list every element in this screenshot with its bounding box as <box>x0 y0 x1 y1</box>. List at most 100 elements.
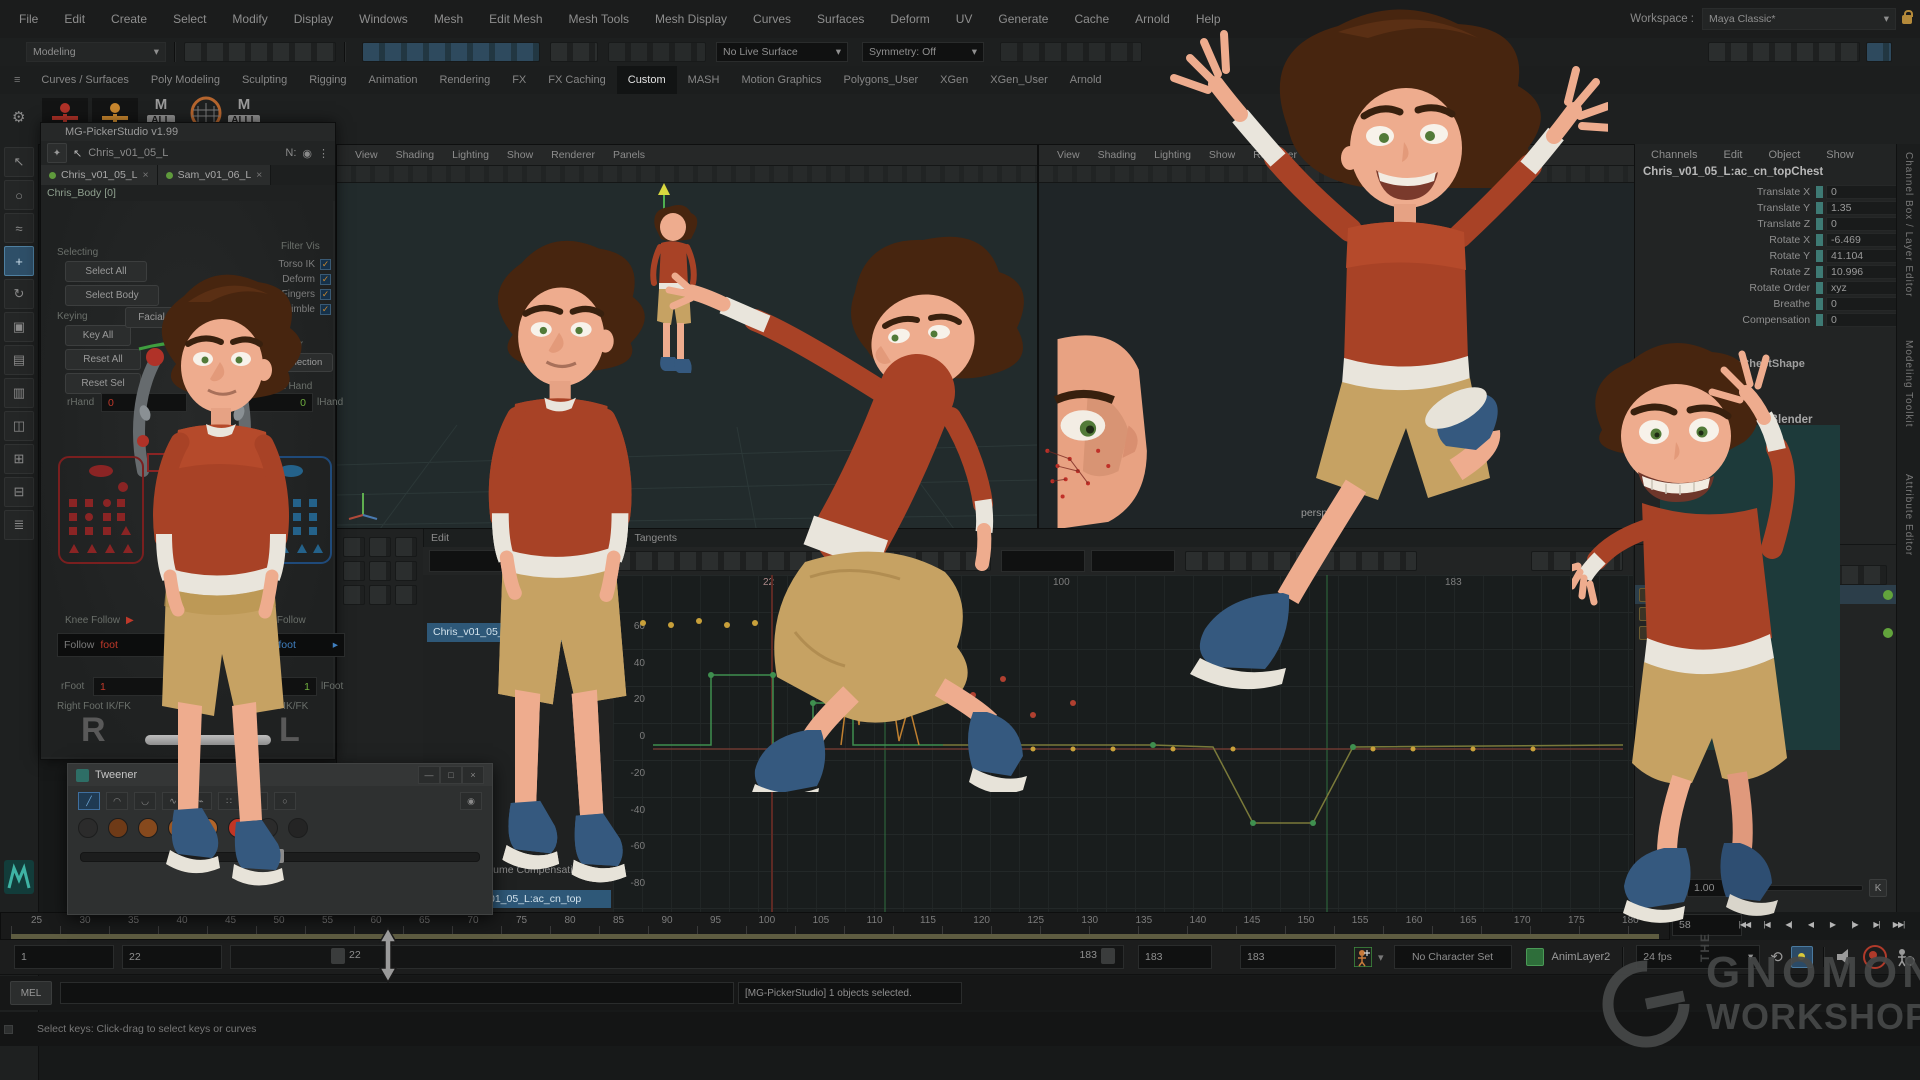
finger-grid-right[interactable] <box>57 455 145 565</box>
close-icon[interactable]: × <box>142 169 148 181</box>
close-icon[interactable]: × <box>256 169 262 181</box>
viewport-menu-item[interactable]: View <box>347 149 386 161</box>
tweener-slider[interactable] <box>80 852 480 862</box>
filter-checkbox[interactable]: ✓ <box>320 259 331 270</box>
shelf-tab[interactable]: FX Caching <box>537 66 616 94</box>
command-input[interactable] <box>60 982 734 1004</box>
tweener-preset-button[interactable] <box>78 818 98 838</box>
graph-stat-field-2[interactable] <box>1091 550 1175 572</box>
channel-attribute-row[interactable]: Translate X 0 <box>1635 184 1897 200</box>
live-surface-selector[interactable]: No Live Surface ▾ <box>716 42 848 62</box>
channel-attribute-row[interactable]: Rotate Order xyz <box>1635 280 1897 296</box>
select-all-button[interactable]: Select All <box>65 261 147 282</box>
mirror-selection-button[interactable]: Mirror Selection <box>245 353 333 372</box>
filter-checkbox[interactable]: ✓ <box>320 274 331 285</box>
channel-attribute-row[interactable]: Translate Z 0 <box>1635 216 1897 232</box>
shelf-tab[interactable]: Poly Modeling <box>140 66 231 94</box>
graph-stat-field-1[interactable] <box>1001 550 1085 572</box>
tweener-eye-button[interactable]: ◉ <box>460 792 482 810</box>
tweener-tool-button[interactable]: ○ <box>274 792 296 810</box>
anim-layer-key-icon[interactable] <box>1526 948 1544 966</box>
viewport-menu-item[interactable]: Lighting <box>1146 149 1199 161</box>
channel-box-menu-item[interactable]: Object <box>1768 149 1800 161</box>
tab-modeling-toolkit[interactable]: Modeling Toolkit <box>1903 340 1914 428</box>
shelf-tab[interactable]: Rendering <box>428 66 501 94</box>
menu-item[interactable]: Curves <box>740 0 804 38</box>
tweener-mode-button[interactable]: ╱ <box>78 792 100 810</box>
menu-item[interactable]: Help <box>1183 0 1234 38</box>
tweener-preset-button[interactable] <box>228 818 248 838</box>
range-handle-left[interactable] <box>331 948 345 964</box>
menu-item[interactable]: Mesh Tools <box>556 0 642 38</box>
viewport-menu-item[interactable]: Show <box>499 149 541 161</box>
shelf-tab[interactable]: Animation <box>358 66 429 94</box>
close-icon[interactable]: × <box>462 766 484 784</box>
animation-preferences-icon[interactable] <box>1895 947 1915 967</box>
lfoot-field[interactable]: 1 <box>241 677 317 696</box>
more-options-icon[interactable]: ⋮ <box>318 147 335 160</box>
mute-speaker-icon[interactable] <box>1835 948 1855 966</box>
graph-tangent-icons[interactable] <box>1185 551 1417 571</box>
channel-attribute-row[interactable]: Rotate Z 10.996 <box>1635 264 1897 280</box>
channel-attribute-row[interactable]: Rotate X -6.469 <box>1635 232 1897 248</box>
knee-follow-left-icon[interactable]: ◀ <box>237 615 245 626</box>
tool-button[interactable]: ▣ <box>4 312 34 342</box>
ik-wrist-right[interactable] <box>147 453 166 472</box>
command-language-toggle[interactable]: MEL <box>10 981 52 1005</box>
anim-start-field[interactable]: 1 <box>14 945 114 969</box>
menu-item[interactable]: Modify <box>219 0 280 38</box>
menu-item[interactable]: Edit <box>51 0 98 38</box>
playback-button[interactable]: ◀| <box>1778 914 1799 934</box>
time-slider[interactable]: 2530354045505560657075808590951001051101… <box>0 912 1670 940</box>
namespace-toggle[interactable]: N: <box>285 147 296 159</box>
menu-item[interactable]: Mesh <box>421 0 476 38</box>
channel-attribute-row[interactable]: Rotate Y 41.104 <box>1635 248 1897 264</box>
layer-lock-icon[interactable] <box>1639 588 1653 602</box>
tool-button[interactable]: ⊟ <box>4 477 34 507</box>
shelf-tab[interactable]: Custom <box>617 66 677 94</box>
picker-rig-figure[interactable] <box>127 321 257 581</box>
channel-box-menu-item[interactable]: Channels <box>1651 149 1697 161</box>
menu-item[interactable]: Cache <box>1061 0 1122 38</box>
tool-button[interactable]: ≈ <box>4 213 34 243</box>
ik-wrist-left[interactable] <box>237 453 256 472</box>
layer-lock-icon[interactable] <box>1639 607 1653 621</box>
key-all-button[interactable]: Key All <box>65 325 131 346</box>
playback-button[interactable]: ▶▶| <box>1888 914 1909 934</box>
graph-outliner-selected-channel[interactable]: Chris_v01_05_L:ac_cn_ <box>427 623 613 642</box>
maximize-icon[interactable]: □ <box>440 766 462 784</box>
picker-canvas[interactable]: Selecting Select All Select Body Keying … <box>41 201 333 757</box>
layer-active-dot[interactable] <box>1883 628 1893 638</box>
tweener-preset-button[interactable] <box>108 818 128 838</box>
selected-object-name[interactable]: Chris_v01_05_L:ac_cn_topChest <box>1635 166 1897 184</box>
l-foot-button[interactable]: L <box>279 711 300 750</box>
viewport-menu-item[interactable]: Panels <box>605 149 653 161</box>
history-icons[interactable] <box>608 42 706 62</box>
channel-attribute-row[interactable]: Translate Y 1.35 <box>1635 200 1897 216</box>
viewport-menu-item[interactable]: View <box>1049 149 1088 161</box>
shelf-menu-icon[interactable]: ≡ <box>0 74 30 86</box>
picker-tab[interactable]: Sam_v01_06_L × <box>158 165 272 185</box>
knee-follow-right-icon[interactable]: ▶ <box>126 615 134 626</box>
current-anim-layer[interactable]: AnimLayer2 <box>1552 951 1611 963</box>
picker-slider[interactable] <box>145 735 271 745</box>
tweener-tool-button[interactable]: ∿ <box>162 792 184 810</box>
tool-button[interactable]: ⊞ <box>4 444 34 474</box>
attribute-editor-toggle-icon[interactable] <box>1866 42 1892 62</box>
menu-item[interactable]: Edit Mesh <box>476 0 555 38</box>
tool-button[interactable]: ↻ <box>4 279 34 309</box>
minimize-icon[interactable]: — <box>418 766 440 784</box>
picker-tab[interactable]: Chris_v01_05_L × <box>41 165 158 185</box>
playback-button[interactable]: ◀ <box>1800 914 1821 934</box>
shelf-tab[interactable]: Arnold <box>1059 66 1113 94</box>
tool-button[interactable]: ↖ <box>4 147 34 177</box>
tool-button[interactable]: ▤ <box>4 345 34 375</box>
viewport-icon-bar[interactable] <box>1039 166 1635 183</box>
snap-icons[interactable] <box>550 42 598 62</box>
tweener-tool-button[interactable]: ∷ <box>218 792 240 810</box>
finger-grid-left[interactable] <box>251 455 333 565</box>
tweener-title-bar[interactable]: Tweener — □ × <box>68 764 492 786</box>
tool-button[interactable]: ◫ <box>4 411 34 441</box>
viewport-menu-item[interactable]: Renderer <box>543 149 603 161</box>
chevron-down-icon[interactable]: ▾ <box>1378 951 1384 964</box>
